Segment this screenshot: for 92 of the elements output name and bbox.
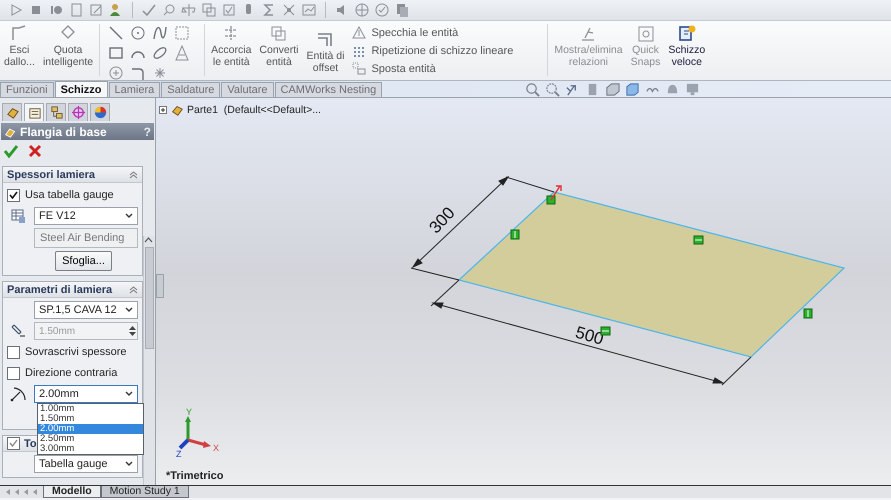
panel-tab[interactable] xyxy=(68,103,88,121)
centered-circle-icon[interactable] xyxy=(108,65,124,81)
snap-target-icon xyxy=(636,24,656,44)
scale-icon[interactable] xyxy=(181,2,197,18)
view-name: *Trimetrico xyxy=(166,470,224,482)
rectangle-icon[interactable] xyxy=(108,45,124,61)
zoom-area-icon[interactable] xyxy=(545,82,560,97)
dimension-value[interactable]: 300 xyxy=(425,203,459,238)
tree-item[interactable]: Parte1 (Default<<Default>... xyxy=(159,103,321,117)
expand-icon[interactable] xyxy=(159,106,167,114)
menu-option[interactable]: 3.00mm xyxy=(38,444,143,454)
gauge-table-select[interactable]: FE V12 xyxy=(34,207,138,225)
ribbon-button[interactable]: Schizzo veloce xyxy=(664,24,710,68)
ribbon-list-button[interactable]: Ripetizione di schizzo lineare xyxy=(352,43,514,58)
panel-tab[interactable] xyxy=(2,103,22,121)
checkmark-icon[interactable] xyxy=(3,143,19,159)
tab[interactable]: Schizzo xyxy=(54,81,108,97)
dimension-value[interactable]: 500 xyxy=(573,322,606,349)
section-title: Spessori lamiera xyxy=(7,168,96,180)
checkbox[interactable] xyxy=(7,188,20,202)
ribbon-button[interactable]: Esci dallo... xyxy=(0,24,39,68)
menu-option[interactable]: 1.00mm xyxy=(38,404,143,414)
ribbon-list-button[interactable]: Specchia le entità xyxy=(352,25,514,40)
edit-icon[interactable] xyxy=(88,2,104,18)
bend-radius-icon xyxy=(10,386,26,402)
menu-option[interactable]: 2.00mm xyxy=(38,424,143,434)
tab[interactable]: Valutare xyxy=(221,82,274,97)
scrollbar[interactable] xyxy=(143,236,155,485)
tab[interactable]: Saldature xyxy=(161,82,220,97)
collapse-icon[interactable] xyxy=(129,170,138,179)
color-ball-icon xyxy=(92,105,108,120)
thickness-icon xyxy=(10,323,26,339)
select-field[interactable]: Tabella gauge xyxy=(34,455,138,473)
menu-option[interactable]: 1.50mm xyxy=(38,414,143,424)
tab[interactable]: Lamiera xyxy=(108,82,160,97)
tab[interactable]: Funzioni xyxy=(0,82,54,97)
check-circle-icon[interactable] xyxy=(374,2,390,18)
radius-select[interactable]: 2.00mm xyxy=(34,385,138,403)
checkbox[interactable] xyxy=(7,437,20,450)
crosshair-icon xyxy=(70,105,86,120)
ellipse-icon[interactable] xyxy=(152,45,168,61)
line-icon[interactable] xyxy=(108,25,124,41)
tab[interactable]: Motion Study 1 xyxy=(100,486,189,498)
menu-option[interactable]: 2.50mm xyxy=(38,434,143,444)
part-icon xyxy=(170,103,184,117)
checkbox[interactable] xyxy=(7,366,20,380)
table-icon xyxy=(10,208,26,224)
checkbox-label: Sovrascrivi spessore xyxy=(25,346,126,358)
select-field[interactable]: SP.1,5 CAVA 12 xyxy=(34,301,138,319)
ribbon-button[interactable]: Entità di offset xyxy=(302,24,348,74)
checkbox-label: Direzione contraria xyxy=(25,367,118,379)
ribbon-button[interactable]: Converti entità xyxy=(255,24,303,68)
monitor-icon[interactable] xyxy=(685,82,700,97)
panel-title: Flangia di base xyxy=(20,124,108,138)
ribbon-button[interactable]: Accorcia le entità xyxy=(207,24,256,68)
cross-icon[interactable] xyxy=(27,143,43,159)
stack-icon[interactable] xyxy=(394,2,410,18)
ribbon-list-button[interactable]: Sposta entità xyxy=(352,61,514,76)
panel-tab[interactable] xyxy=(24,103,44,121)
circle-icon[interactable] xyxy=(130,25,146,41)
spline-icon[interactable] xyxy=(152,25,168,41)
dimension-line[interactable] xyxy=(410,176,554,280)
tab[interactable]: Modello xyxy=(43,486,101,498)
checkbox-icon[interactable] xyxy=(221,2,237,18)
move-squares-icon xyxy=(352,62,366,76)
horizontal-relation-icon xyxy=(694,236,704,244)
section-title: Parametri di lamiera xyxy=(7,284,112,296)
chart-icon[interactable] xyxy=(301,2,317,18)
checkbox[interactable] xyxy=(7,346,20,358)
panel-tab[interactable] xyxy=(90,103,110,121)
zoom-fit-icon[interactable] xyxy=(525,82,540,97)
collapse-icon[interactable] xyxy=(129,285,138,294)
triangle-icon xyxy=(352,26,366,40)
section-title: To xyxy=(24,438,37,450)
axis-triad-drawing: Y X Z xyxy=(176,408,226,458)
checkbox-label: Usa tabella gauge xyxy=(25,189,114,201)
letter-shape-icon[interactable] xyxy=(174,45,190,61)
magnifier-icon[interactable] xyxy=(161,2,177,18)
vertical-relation-icon xyxy=(804,308,812,318)
configuration-icon xyxy=(48,105,64,120)
globe-icon[interactable] xyxy=(354,2,370,18)
ribbon-button[interactable]: Quota intelligente xyxy=(38,24,98,68)
panel-tab[interactable] xyxy=(46,103,66,121)
dashed-rectangle-icon[interactable] xyxy=(174,25,190,41)
origin-marker-icon xyxy=(546,185,562,204)
quick-sketch-icon xyxy=(676,24,697,44)
vertical-relation-icon xyxy=(510,230,520,240)
browse-button[interactable]: Sfoglia... xyxy=(55,251,112,271)
tab[interactable]: CAMWorks Nesting xyxy=(274,82,382,97)
panel-resize-handle[interactable] xyxy=(156,274,164,298)
copy-icon[interactable] xyxy=(201,2,217,18)
scroll-up-icon[interactable] xyxy=(144,236,153,245)
